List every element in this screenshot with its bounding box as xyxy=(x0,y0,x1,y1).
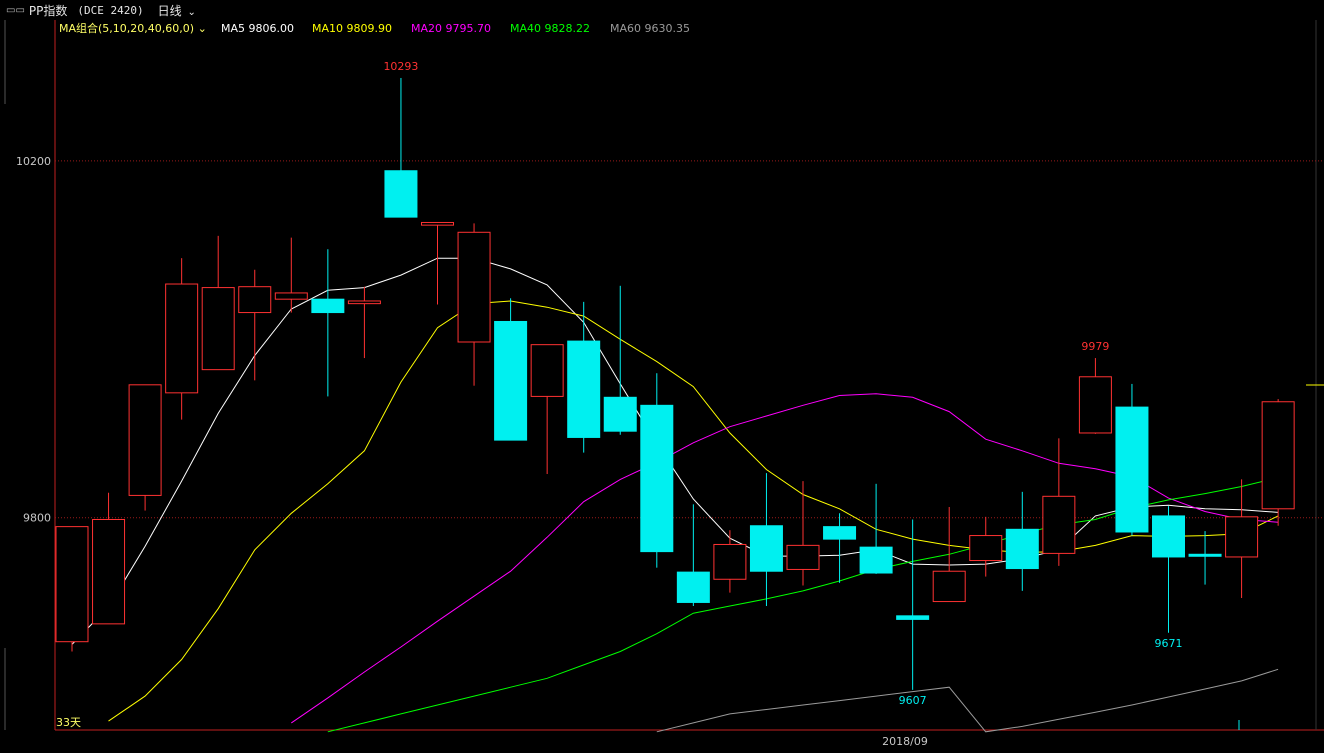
candle[interactable] xyxy=(494,298,528,441)
candle-body-up xyxy=(238,286,272,314)
candle-body-up xyxy=(347,300,381,305)
candle-body-down xyxy=(384,170,418,218)
candle[interactable] xyxy=(640,373,674,568)
candle[interactable] xyxy=(92,492,126,625)
y-tick-label: 9800 xyxy=(23,512,51,525)
period-label: 日线 xyxy=(157,3,182,18)
candle[interactable] xyxy=(969,516,1003,577)
candle[interactable] xyxy=(1152,506,1185,633)
price-annotation: 9607 xyxy=(899,694,927,707)
candle[interactable] xyxy=(749,473,783,607)
kline-chart-area[interactable]: 10200 9800 2018/09 10293 9979 9607 9671 33天 MA… xyxy=(0,20,1324,749)
candle-body-down xyxy=(676,571,710,603)
candle-body-up xyxy=(421,221,454,226)
chart-header: ▭▭ PP指数 (DCE 2420) 日线 ⌄ xyxy=(0,0,1324,20)
candle[interactable] xyxy=(1042,438,1076,566)
candle-body-up xyxy=(92,518,126,625)
candle[interactable] xyxy=(128,384,162,511)
candle[interactable] xyxy=(1115,383,1149,536)
legend-ma10: MA10 9809.90 xyxy=(312,22,392,35)
candle-body-up xyxy=(1261,401,1295,510)
exchange-code: (DCE 2420) xyxy=(77,3,144,17)
candle-body-up xyxy=(274,292,308,300)
candle-body-up xyxy=(1225,516,1259,558)
candle[interactable] xyxy=(1225,479,1259,598)
candle[interactable] xyxy=(823,513,857,583)
candle[interactable] xyxy=(530,344,564,475)
symbol-title: PP指数 xyxy=(28,3,68,18)
candle[interactable] xyxy=(932,507,966,603)
candle-body-down xyxy=(1115,406,1149,533)
candle[interactable] xyxy=(238,269,272,381)
candle[interactable] xyxy=(457,223,491,386)
price-annotation: 9979 xyxy=(1081,340,1109,353)
candle[interactable] xyxy=(165,258,199,420)
chevron-down-icon: ⌄ xyxy=(187,6,196,18)
candle[interactable] xyxy=(603,285,637,435)
x-tick-label: 2018/09 xyxy=(882,735,928,748)
candle[interactable] xyxy=(1005,491,1039,591)
candle-body-down xyxy=(494,320,528,441)
link-icon[interactable]: ▭▭ xyxy=(6,5,25,16)
ma60-line xyxy=(656,668,1279,733)
legend-ma5: MA5 9806.00 xyxy=(221,22,294,35)
candle-body-down xyxy=(749,525,783,572)
candle[interactable] xyxy=(311,249,345,397)
candle[interactable] xyxy=(201,235,235,371)
period-selector[interactable]: 日线 ⌄ xyxy=(158,2,196,19)
candle-body-up xyxy=(786,544,820,570)
price-annotation: 10293 xyxy=(383,60,418,73)
candle[interactable] xyxy=(384,77,418,218)
candle-body-up xyxy=(457,231,491,343)
candle[interactable] xyxy=(567,301,601,453)
candle-body-up xyxy=(932,570,966,603)
ma5-line xyxy=(71,257,1279,645)
candle-body-up xyxy=(530,344,564,397)
candle-body-down xyxy=(823,526,857,540)
candle-body-down xyxy=(1005,528,1039,570)
candle-body-down xyxy=(1152,515,1185,558)
candle[interactable] xyxy=(55,526,89,652)
candle-body-up xyxy=(1078,376,1112,434)
candle[interactable] xyxy=(713,530,747,593)
legend-ma40: MA40 9828.22 xyxy=(510,22,590,35)
bar-count-label: 33天 xyxy=(56,716,81,729)
candle[interactable] xyxy=(1188,531,1222,585)
legend-ma20: MA20 9795.70 xyxy=(411,22,491,35)
candle-body-up xyxy=(201,287,235,371)
candlestick-chart[interactable]: 10200 9800 2018/09 10293 9979 9607 9671 33天 MA… xyxy=(0,20,1324,749)
candle-body-down xyxy=(603,396,637,432)
candle[interactable] xyxy=(347,286,381,359)
candle-body-up xyxy=(713,543,747,580)
ma-group-selector[interactable]: MA组合(5,10,20,40,60,0) ⌄ xyxy=(59,21,207,35)
candle-body-up xyxy=(969,535,1003,562)
candle[interactable] xyxy=(274,237,308,313)
candle[interactable] xyxy=(1261,399,1295,526)
candle-body-down xyxy=(567,340,601,438)
candle[interactable] xyxy=(859,483,893,574)
candle-body-down xyxy=(896,615,930,620)
candle-body-down xyxy=(311,298,345,314)
candle[interactable] xyxy=(676,504,710,607)
candle-body-up xyxy=(1042,495,1076,554)
candle-body-up xyxy=(128,384,162,496)
candle-body-up xyxy=(55,526,89,643)
candle-body-down xyxy=(640,404,674,553)
candle-body-up xyxy=(165,283,199,394)
candle[interactable] xyxy=(896,519,930,690)
candle[interactable] xyxy=(1078,358,1112,434)
candle-body-down xyxy=(1188,553,1222,557)
price-annotation: 9671 xyxy=(1155,637,1183,650)
y-tick-label: 10200 xyxy=(16,155,51,168)
legend-ma60: MA60 9630.35 xyxy=(610,22,690,35)
candle[interactable] xyxy=(786,481,820,586)
candle-body-down xyxy=(859,546,893,574)
